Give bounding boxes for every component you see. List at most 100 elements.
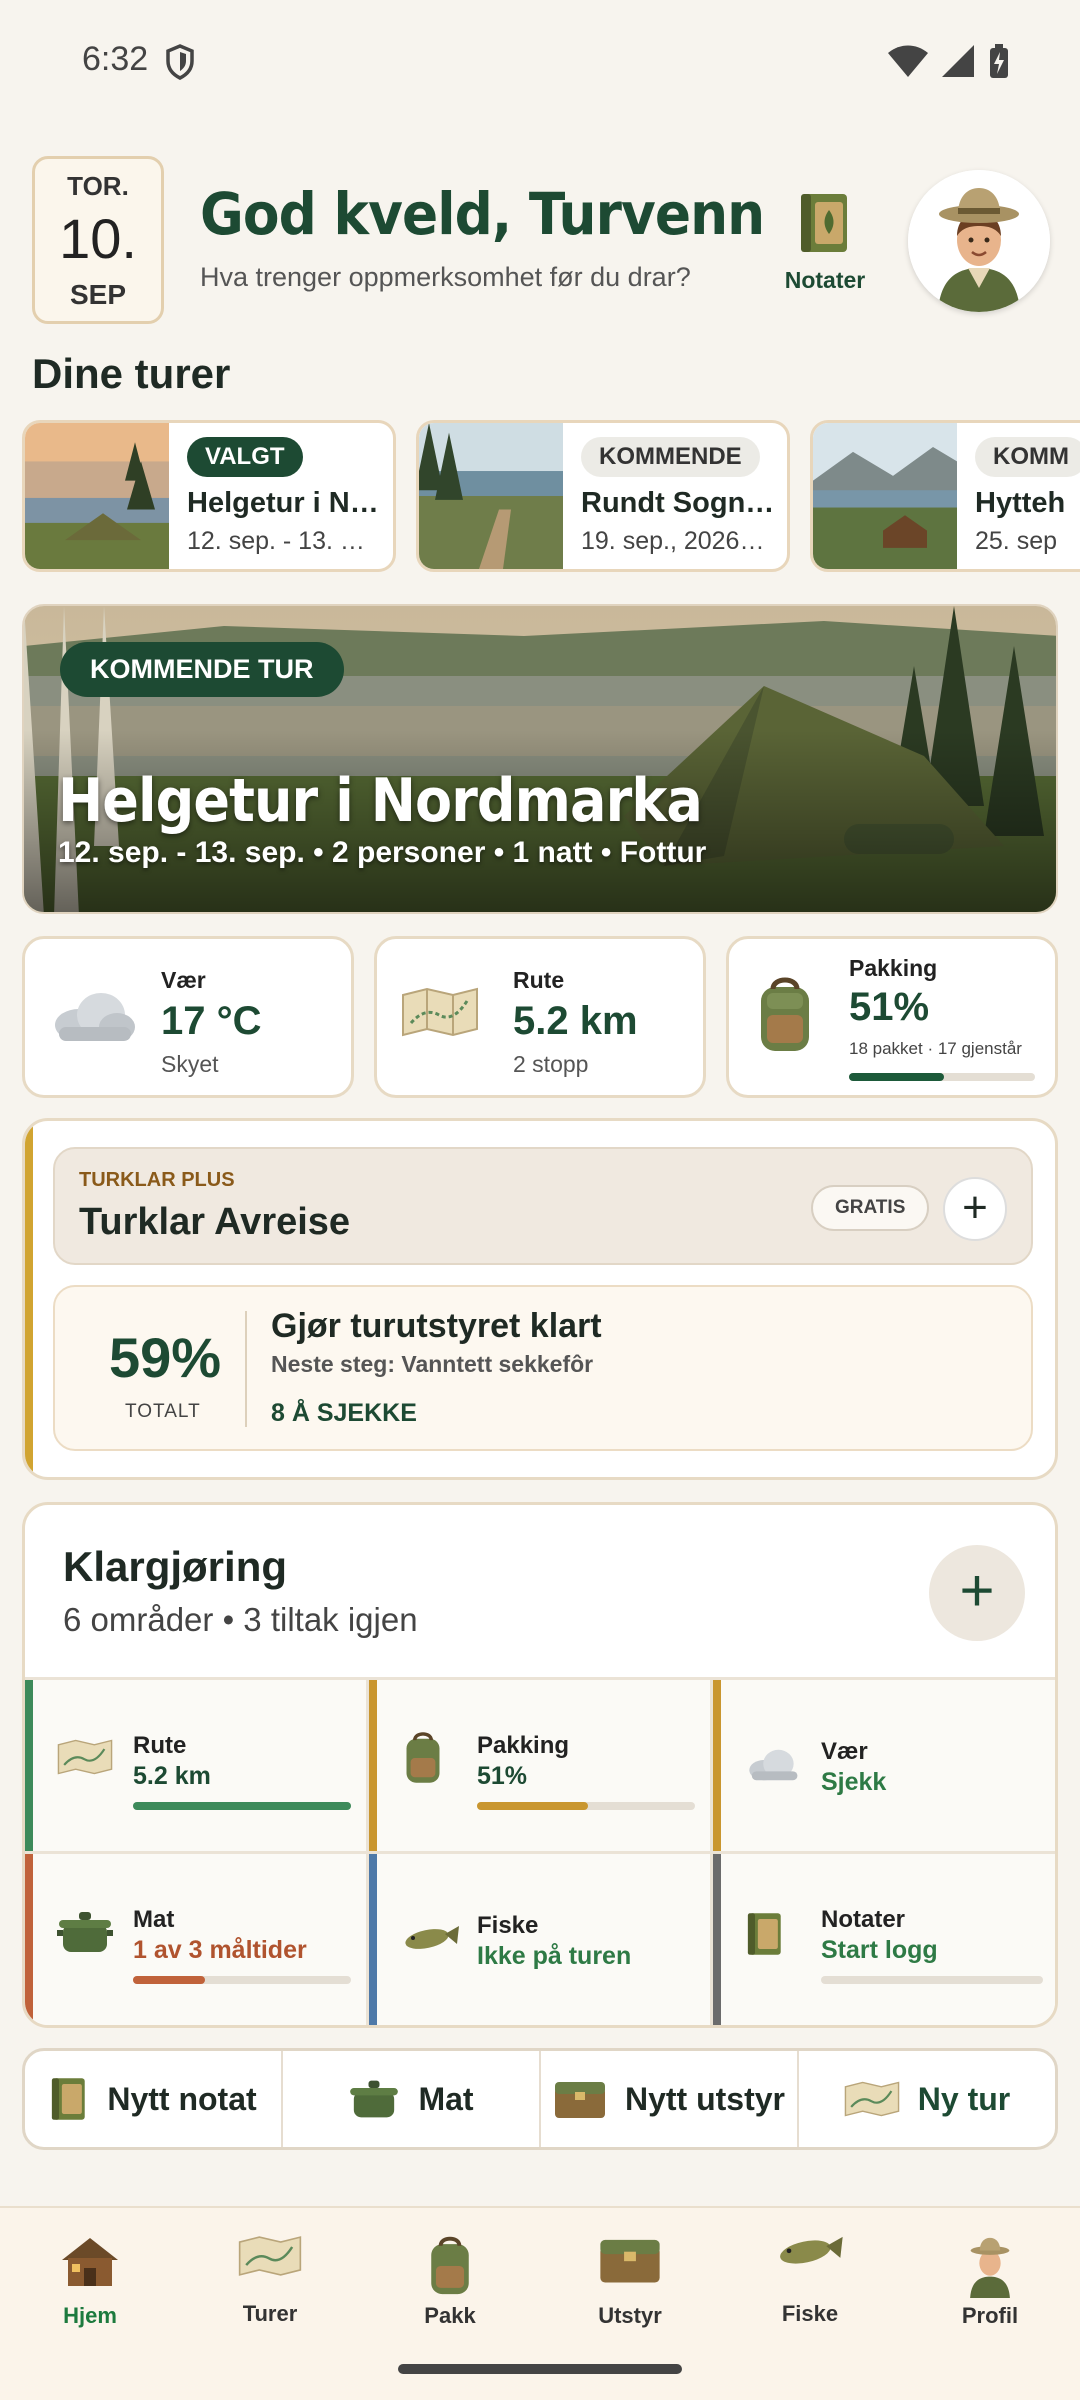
route-stat-card[interactable]: Rute 5.2 km 2 stopp — [374, 936, 706, 1098]
cell-progress-track — [133, 1976, 351, 1984]
prep-cell-weather[interactable]: Vær Sjekk — [713, 1680, 1055, 1854]
new-trip-button[interactable]: Ny tur — [799, 2051, 1055, 2147]
prep-cell-fishing[interactable]: Fiske Ikke på turen — [369, 1854, 713, 2025]
cell-accent — [25, 1854, 33, 2025]
turklar-header: TURKLAR PLUS Turklar Avreise GRATIS + — [53, 1147, 1033, 1265]
trip-badge: KOMMENDE — [581, 437, 760, 477]
backpack-icon — [431, 2236, 469, 2295]
hero-subtitle: 12. sep. - 13. sep. • 2 personer • 1 nat… — [58, 836, 707, 869]
progress-heading: Gjør turutstyret klart — [271, 1307, 602, 1345]
prep-cell-food[interactable]: Mat 1 av 3 måltider — [25, 1854, 369, 2025]
trip-carousel[interactable]: VALGT Helgetur i N… 12. sep. - 13. … KOM… — [22, 420, 1080, 575]
action-label: Nytt utstyr — [624, 2080, 785, 2117]
home-indicator[interactable] — [398, 2364, 682, 2374]
date-weekday: TOR. — [67, 171, 129, 201]
nav-gear[interactable]: Utstyr — [560, 2234, 700, 2329]
stat-sub: 18 pakket · 17 gjenstår — [849, 1039, 1022, 1058]
nav-trips[interactable]: Turer — [200, 2234, 340, 2327]
cell-progress-track — [133, 1802, 351, 1810]
new-note-button[interactable]: Nytt notat — [25, 2051, 283, 2147]
cell-label: Fiske — [477, 1912, 539, 1939]
prep-add-button[interactable]: + — [929, 1545, 1025, 1641]
greeting-title: God kveld, Turvenn — [200, 180, 765, 248]
hero-title: Helgetur i Nordmarka — [58, 766, 703, 836]
prep-cell-packing[interactable]: Pakking 51% — [369, 1680, 713, 1854]
nav-profile[interactable]: Profil — [920, 2234, 1060, 2329]
cabin-icon — [62, 2238, 118, 2286]
gear-chest-icon — [554, 2082, 605, 2118]
cell-value: Start logg — [821, 1936, 938, 1964]
cell-value: Ikke på turen — [477, 1942, 632, 1970]
nav-pack[interactable]: Pakk — [380, 2234, 520, 2329]
weather-stat-card[interactable]: Vær 17 °C Skyet — [22, 936, 354, 1098]
fish-icon — [405, 1926, 459, 1949]
turklar-card: TURKLAR PLUS Turklar Avreise GRATIS + 59… — [22, 1118, 1058, 1480]
turklar-kicker: TURKLAR PLUS — [79, 1169, 235, 1191]
nav-label: Pakk — [424, 2303, 476, 2328]
prep-title: Klargjøring — [63, 1543, 288, 1590]
cell-progress-track — [477, 1802, 695, 1810]
nav-label: Profil — [961, 2303, 1019, 2328]
stat-value: 51% — [849, 985, 930, 1029]
food-button[interactable]: Mat — [283, 2051, 541, 2147]
cell-accent — [713, 1680, 721, 1851]
date-month: SEP — [69, 279, 127, 310]
new-gear-button[interactable]: Nytt utstyr — [541, 2051, 799, 2147]
hiker-avatar-icon — [908, 170, 1050, 312]
cell-accent — [713, 1854, 721, 2025]
shield-icon — [166, 44, 194, 80]
map-icon — [57, 1739, 113, 1775]
trip-dates: 12. sep. - 13. … — [187, 527, 365, 555]
backpack-icon — [761, 977, 809, 1051]
stat-sub: Skyet — [161, 1051, 219, 1077]
turklar-progress[interactable]: 59% TOTALT Gjør turutstyret klart Neste … — [53, 1285, 1033, 1451]
cell-accent — [25, 1680, 33, 1851]
battery-icon — [990, 44, 1008, 78]
divider — [245, 1311, 247, 1427]
trip-name: Helgetur i N… — [187, 487, 379, 519]
trips-section-title: Dine turer — [32, 350, 231, 397]
packing-progress-track — [849, 1073, 1035, 1081]
trip-card[interactable]: KOMMENDE Rundt Sogns… 19. sep., 2026… — [416, 420, 790, 572]
pot-icon — [350, 2080, 399, 2118]
status-icons — [888, 44, 1010, 78]
cell-progress-track — [821, 1976, 1043, 1984]
nav-fishing[interactable]: Fiske — [740, 2234, 880, 2327]
cell-progress-fill — [133, 1802, 351, 1810]
stat-value: 5.2 km — [513, 999, 638, 1043]
cell-progress-fill — [133, 1976, 205, 1984]
trip-card[interactable]: KOMM Hytteh 25. sep — [810, 420, 1080, 572]
cell-label: Rute — [133, 1732, 187, 1759]
trip-card[interactable]: VALGT Helgetur i N… 12. sep. - 13. … — [22, 420, 396, 572]
turklar-add-button[interactable]: + — [943, 1177, 1007, 1241]
trip-badge: KOMM — [975, 437, 1080, 477]
cell-label: Pakking — [477, 1732, 570, 1759]
turklar-title: Turklar Avreise — [79, 1201, 351, 1243]
trip-dates: 19. sep., 2026… — [581, 527, 765, 555]
profile-avatar[interactable] — [908, 170, 1050, 312]
hero-badge: KOMMENDE TUR — [60, 642, 344, 697]
hiker-avatar-icon — [970, 2237, 1010, 2298]
cloud-icon — [55, 993, 135, 1041]
nav-home[interactable]: Hjem — [20, 2234, 160, 2329]
trip-thumbnail — [25, 423, 169, 569]
date-card: TOR. 10. SEP — [32, 156, 164, 324]
cell-value: 5.2 km — [133, 1762, 211, 1790]
trip-thumbnail — [419, 423, 563, 569]
notebook-icon — [747, 1913, 781, 1955]
total-label: TOTALT — [125, 1401, 201, 1422]
nav-label: Hjem — [63, 2303, 117, 2328]
prep-cell-route[interactable]: Rute 5.2 km — [25, 1680, 369, 1854]
fish-icon — [780, 2236, 843, 2264]
nav-label: Turer — [242, 2301, 298, 2326]
notebook-icon — [52, 2078, 86, 2120]
check-link[interactable]: 8 Å SJEKKE — [271, 1399, 417, 1428]
prep-grid: Rute 5.2 km Pakking 51% Vær Sjekk Mat 1 … — [25, 1677, 1055, 2025]
notebook-icon — [801, 194, 847, 252]
prep-cell-notes[interactable]: Notater Start logg — [713, 1854, 1055, 2025]
map-icon — [402, 987, 478, 1037]
trip-thumbnail — [813, 423, 957, 569]
notes-button[interactable]: Notater — [770, 190, 880, 294]
packing-stat-card[interactable]: Pakking 51% 18 pakket · 17 gjenstår — [726, 936, 1058, 1098]
hero-trip-card[interactable]: KOMMENDE TUR Helgetur i Nordmarka 12. se… — [22, 604, 1058, 914]
